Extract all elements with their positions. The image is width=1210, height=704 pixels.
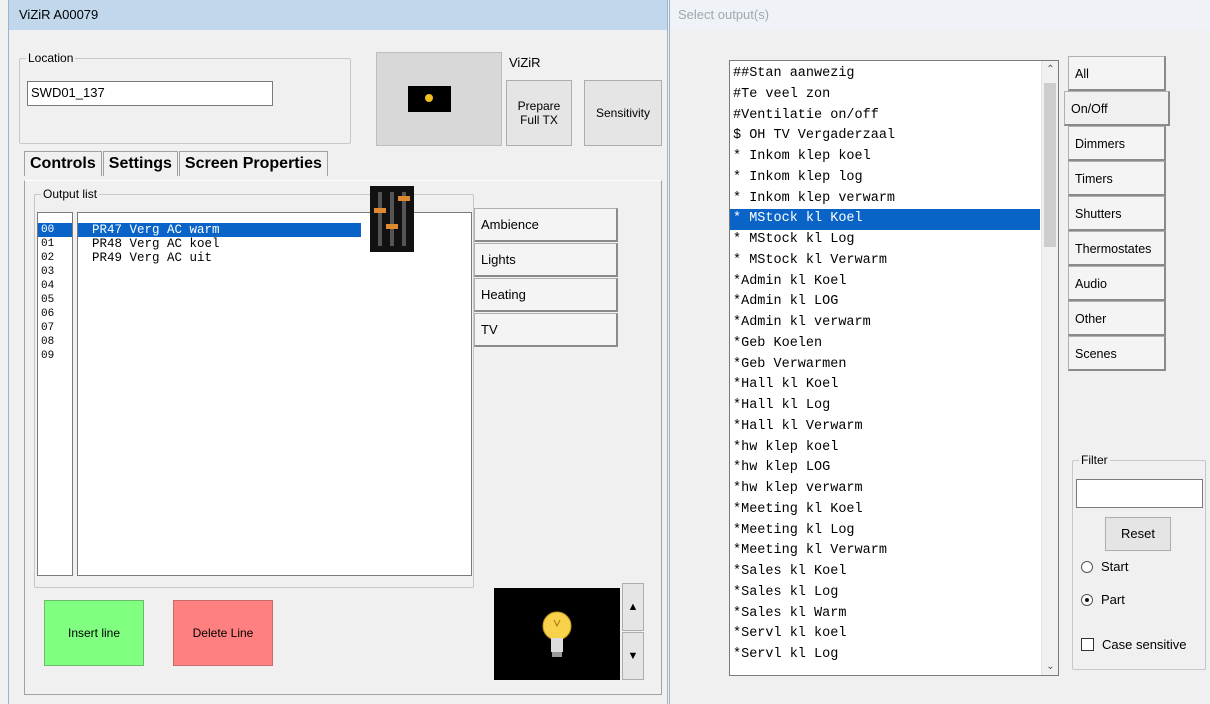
- checkbox-icon: [1081, 638, 1094, 651]
- triangle-up-icon[interactable]: ▲: [622, 583, 644, 631]
- case-sensitive-label: Case sensitive: [1102, 637, 1187, 652]
- tab-audio[interactable]: Audio: [1068, 266, 1166, 301]
- list-number[interactable]: 04: [38, 279, 72, 293]
- list-item[interactable]: #Te veel zon: [730, 85, 1040, 106]
- filter-group: Filter Reset Start Part Case sensitive: [1072, 453, 1206, 670]
- window-title: Select output(s): [670, 0, 1210, 30]
- output-list[interactable]: PR47 Verg AC warm PR48 Verg AC koel PR49…: [77, 212, 472, 576]
- reset-button[interactable]: Reset: [1105, 517, 1171, 551]
- output-number-column: 00 01 02 03 04 05 06 07 08 09: [37, 212, 73, 576]
- list-item[interactable]: * MStock kl Verwarm: [730, 251, 1040, 272]
- filter-input[interactable]: [1076, 479, 1203, 508]
- tab-controls[interactable]: Controls: [24, 151, 102, 176]
- list-number[interactable]: 05: [38, 293, 72, 307]
- scroll-down-icon[interactable]: ⌄: [1042, 658, 1058, 675]
- list-number[interactable]: 09: [38, 349, 72, 363]
- preview-screen-icon: [408, 86, 451, 112]
- outputs-list[interactable]: ##Stan aanwezig #Te veel zon #Ventilatie o…: [729, 60, 1059, 676]
- filter-legend: Filter: [1079, 453, 1110, 467]
- list-item[interactable]: *Servl kl koel: [730, 624, 1040, 645]
- output-list-legend: Output list: [41, 187, 100, 201]
- vizir-label: ViZiR: [509, 55, 541, 70]
- category-tab-heating[interactable]: Heating: [474, 278, 618, 312]
- window-title: ViZiR A00079: [9, 0, 667, 30]
- list-item[interactable]: *Admin kl verwarm: [730, 313, 1040, 334]
- list-item[interactable]: *Sales kl Koel: [730, 562, 1040, 583]
- list-item[interactable]: *Hall kl Verwarm: [730, 417, 1040, 438]
- lightbulb-icon[interactable]: [494, 588, 620, 680]
- tab-shutters[interactable]: Shutters: [1068, 196, 1166, 231]
- list-item[interactable]: *Hall kl Log: [730, 396, 1040, 417]
- list-item[interactable]: *Meeting kl Log: [730, 521, 1040, 542]
- list-item[interactable]: *hw klep LOG: [730, 458, 1040, 479]
- tab-all[interactable]: All: [1068, 56, 1166, 91]
- main-tabstrip: Controls Settings Screen Properties: [24, 151, 329, 176]
- start-radio-label: Start: [1101, 559, 1129, 574]
- insert-line-button[interactable]: Insert line: [44, 600, 144, 666]
- list-item[interactable]: *hw klep koel: [730, 438, 1040, 459]
- location-input[interactable]: SWD01_137: [27, 81, 273, 106]
- tab-dimmers[interactable]: Dimmers: [1068, 126, 1166, 161]
- case-sensitive-checkbox[interactable]: Case sensitive: [1081, 637, 1187, 652]
- list-item[interactable]: * Inkom klep koel: [730, 147, 1040, 168]
- outputs-scrollbar[interactable]: ⌃ ⌄: [1041, 61, 1058, 675]
- list-item[interactable]: *Meeting kl Koel: [730, 500, 1040, 521]
- list-item[interactable]: *Geb Koelen: [730, 334, 1040, 355]
- tab-other[interactable]: Other: [1068, 301, 1166, 336]
- tab-thermostates[interactable]: Thermostates: [1068, 231, 1166, 266]
- list-item[interactable]: *hw klep verwarm: [730, 479, 1040, 500]
- start-radio[interactable]: Start: [1081, 559, 1128, 574]
- list-item[interactable]: *Admin kl Koel: [730, 272, 1040, 293]
- location-group: Location SWD01_137: [19, 51, 351, 144]
- category-tab-lights[interactable]: Lights: [474, 243, 618, 277]
- list-number[interactable]: 00: [38, 223, 72, 237]
- sliders-icon[interactable]: [370, 186, 414, 252]
- sensitivity-button[interactable]: Sensitivity: [584, 80, 662, 146]
- scroll-up-icon[interactable]: ⌃: [1042, 61, 1058, 78]
- list-number[interactable]: 06: [38, 307, 72, 321]
- radio-unchecked-icon: [1081, 560, 1093, 573]
- prepare-button-line-1: Prepare: [517, 99, 561, 113]
- triangle-down-icon[interactable]: ▼: [622, 632, 644, 680]
- list-item[interactable]: #Ventilatie on/off: [730, 106, 1040, 127]
- tab-settings[interactable]: Settings: [102, 151, 178, 176]
- part-radio-label: Part: [1101, 592, 1125, 607]
- screen-preview-thumbnail[interactable]: [376, 52, 502, 146]
- list-item[interactable]: ##Stan aanwezig: [730, 64, 1040, 85]
- list-item[interactable]: *Servl kl Log: [730, 645, 1040, 666]
- tab-timers[interactable]: Timers: [1068, 161, 1166, 196]
- list-item[interactable]: *Admin kl LOG: [730, 292, 1040, 313]
- select-outputs-window: Select output(s) ##Stan aanwezig #Te veel…: [669, 0, 1210, 704]
- list-item[interactable]: *Meeting kl Verwarm: [730, 541, 1040, 562]
- list-item[interactable]: *Hall kl Koel: [730, 375, 1040, 396]
- list-item[interactable]: PR47 Verg AC warm: [78, 223, 361, 237]
- list-item[interactable]: *Sales kl Warm: [730, 604, 1040, 625]
- scroll-thumb[interactable]: [1044, 83, 1056, 247]
- list-item[interactable]: *Sales kl Log: [730, 583, 1040, 604]
- list-item[interactable]: * MStock kl Log: [730, 230, 1040, 251]
- tab-scenes[interactable]: Scenes: [1068, 336, 1166, 371]
- list-number[interactable]: 07: [38, 321, 72, 335]
- prepare-full-tx-button[interactable]: Prepare Full TX: [506, 80, 572, 146]
- prepare-button-line-2: Full TX: [520, 113, 558, 127]
- list-number[interactable]: 01: [38, 237, 72, 251]
- list-item[interactable]: *Geb Verwarmen: [730, 355, 1040, 376]
- list-item[interactable]: * Inkom klep verwarm: [730, 189, 1040, 210]
- list-number[interactable]: 02: [38, 251, 72, 265]
- delete-line-button[interactable]: Delete Line: [173, 600, 273, 666]
- list-number[interactable]: 03: [38, 265, 72, 279]
- location-legend: Location: [26, 51, 76, 65]
- list-item[interactable]: * MStock kl Koel: [730, 209, 1040, 230]
- category-tab-tv[interactable]: TV: [474, 313, 618, 347]
- part-radio[interactable]: Part: [1081, 592, 1125, 607]
- category-tab-ambience[interactable]: Ambience: [474, 208, 618, 242]
- list-item[interactable]: * Inkom klep log: [730, 168, 1040, 189]
- tab-on-off[interactable]: On/Off: [1064, 91, 1170, 126]
- tab-screen-properties[interactable]: Screen Properties: [178, 151, 328, 176]
- list-number[interactable]: 08: [38, 335, 72, 349]
- list-item[interactable]: $ OH TV Vergaderzaal: [730, 126, 1040, 147]
- vizir-window: ViZiR A00079 Location SWD01_137 ViZiR Pr…: [8, 0, 668, 704]
- list-item[interactable]: PR49 Verg AC uit: [78, 251, 471, 265]
- radio-checked-icon: [1081, 593, 1093, 606]
